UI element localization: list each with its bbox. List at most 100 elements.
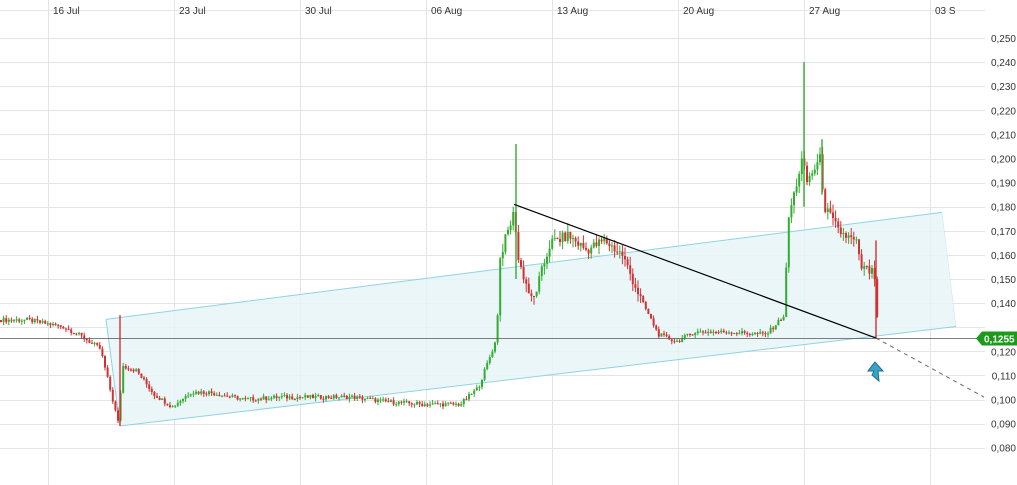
price-chart[interactable]: 16 Jul 23 Jul 30 Jul 06 Aug 13 Aug 20 Aug 27 A… xyxy=(0,0,1017,485)
candle-body xyxy=(65,328,67,330)
candle-body xyxy=(850,235,853,237)
candle-body xyxy=(218,394,221,397)
candle-body xyxy=(751,334,754,336)
candle-body xyxy=(725,332,728,334)
candle-body xyxy=(179,401,182,403)
candle-body xyxy=(106,367,109,377)
candle-body xyxy=(535,291,538,297)
candle-body xyxy=(689,333,691,335)
x-axis-labels: 16 Jul 23 Jul 30 Jul 06 Aug 13 Aug 20 Aug 27 A… xyxy=(53,6,956,17)
candle-body xyxy=(657,329,660,337)
y-tick-label: 0,210 xyxy=(991,130,1016,141)
candle-body xyxy=(335,395,338,399)
candle-body xyxy=(124,365,127,369)
x-tick-label: 23 Jul xyxy=(179,6,206,17)
candle-body xyxy=(174,405,177,407)
candle-body xyxy=(72,333,75,335)
candle-body xyxy=(358,396,361,398)
y-tick-label: 0,250 xyxy=(991,34,1016,45)
candle-body xyxy=(132,369,135,372)
candle-body xyxy=(842,233,845,235)
candle-body xyxy=(717,332,720,334)
candle-body xyxy=(634,284,637,288)
candle-body xyxy=(457,403,460,406)
candle-body xyxy=(860,254,863,269)
candle-body xyxy=(101,348,104,357)
candle-body xyxy=(91,342,93,344)
candle-body xyxy=(756,332,759,334)
candle-body xyxy=(260,398,262,400)
candle-body xyxy=(439,403,442,405)
candle-body xyxy=(130,369,132,371)
candle-body xyxy=(33,319,36,323)
candle-body xyxy=(44,320,47,324)
candle-body xyxy=(819,154,821,163)
candle-body xyxy=(215,394,218,396)
x-tick-label: 30 Jul xyxy=(305,6,332,17)
candle-body xyxy=(611,245,613,247)
candle-body xyxy=(397,401,400,405)
candle-body xyxy=(715,331,717,333)
candle-body xyxy=(548,248,551,257)
candle-body xyxy=(816,162,819,170)
candle-body xyxy=(702,331,704,333)
candle-body xyxy=(616,251,619,253)
candle-body xyxy=(517,232,520,261)
candle-body xyxy=(712,331,715,333)
candle-body xyxy=(28,317,31,319)
candle-body xyxy=(761,332,764,334)
candle-body xyxy=(62,326,65,329)
candle-body xyxy=(195,391,197,394)
candle-body xyxy=(296,397,299,400)
candle-body xyxy=(145,379,148,385)
candle-body xyxy=(494,342,496,352)
candle-body xyxy=(587,249,590,254)
candle-body xyxy=(811,173,814,176)
candle-body xyxy=(837,221,840,228)
candle-body xyxy=(231,395,234,397)
candle-body xyxy=(832,212,834,219)
candle-body xyxy=(382,399,385,401)
candle-body xyxy=(826,208,829,213)
candle-body xyxy=(423,404,426,407)
candle-body xyxy=(728,332,730,334)
candle-body xyxy=(733,332,736,334)
candle-body xyxy=(772,327,775,330)
candle-body xyxy=(585,247,587,250)
candle-body xyxy=(644,301,647,309)
candle-body xyxy=(169,405,171,407)
candle-body xyxy=(327,396,330,398)
candle-body xyxy=(613,245,616,252)
candle-body xyxy=(683,335,686,339)
candle-body xyxy=(31,318,34,323)
candle-body xyxy=(137,369,140,374)
candle-body xyxy=(595,242,598,246)
y-tick-label: 0,240 xyxy=(991,58,1016,69)
candle-body xyxy=(418,402,421,404)
candle-body xyxy=(156,396,158,398)
candle-body xyxy=(509,225,512,230)
y-tick-label: 0,110 xyxy=(992,371,1017,382)
candle-body xyxy=(694,333,697,336)
candle-body xyxy=(868,266,871,274)
candle-body xyxy=(189,394,192,396)
y-tick-label: 0,180 xyxy=(991,203,1016,214)
candle-body xyxy=(538,276,541,292)
candle-body xyxy=(735,332,738,334)
candle-body xyxy=(704,332,707,334)
candle-body xyxy=(582,243,585,248)
arrow-icon[interactable] xyxy=(866,361,885,383)
candle-body xyxy=(421,403,424,407)
x-tick-label: 16 Jul xyxy=(53,6,80,17)
candle-body xyxy=(434,403,437,405)
x-tick-label: 06 Aug xyxy=(431,6,462,17)
candle-body xyxy=(387,401,390,403)
candle-body xyxy=(663,333,665,335)
candle-body xyxy=(319,395,322,399)
candle-body xyxy=(390,400,392,402)
candle-body xyxy=(754,332,756,335)
candle-body xyxy=(158,397,161,400)
candle-body xyxy=(785,267,788,317)
candle-body xyxy=(442,403,444,407)
candle-body xyxy=(452,403,455,405)
